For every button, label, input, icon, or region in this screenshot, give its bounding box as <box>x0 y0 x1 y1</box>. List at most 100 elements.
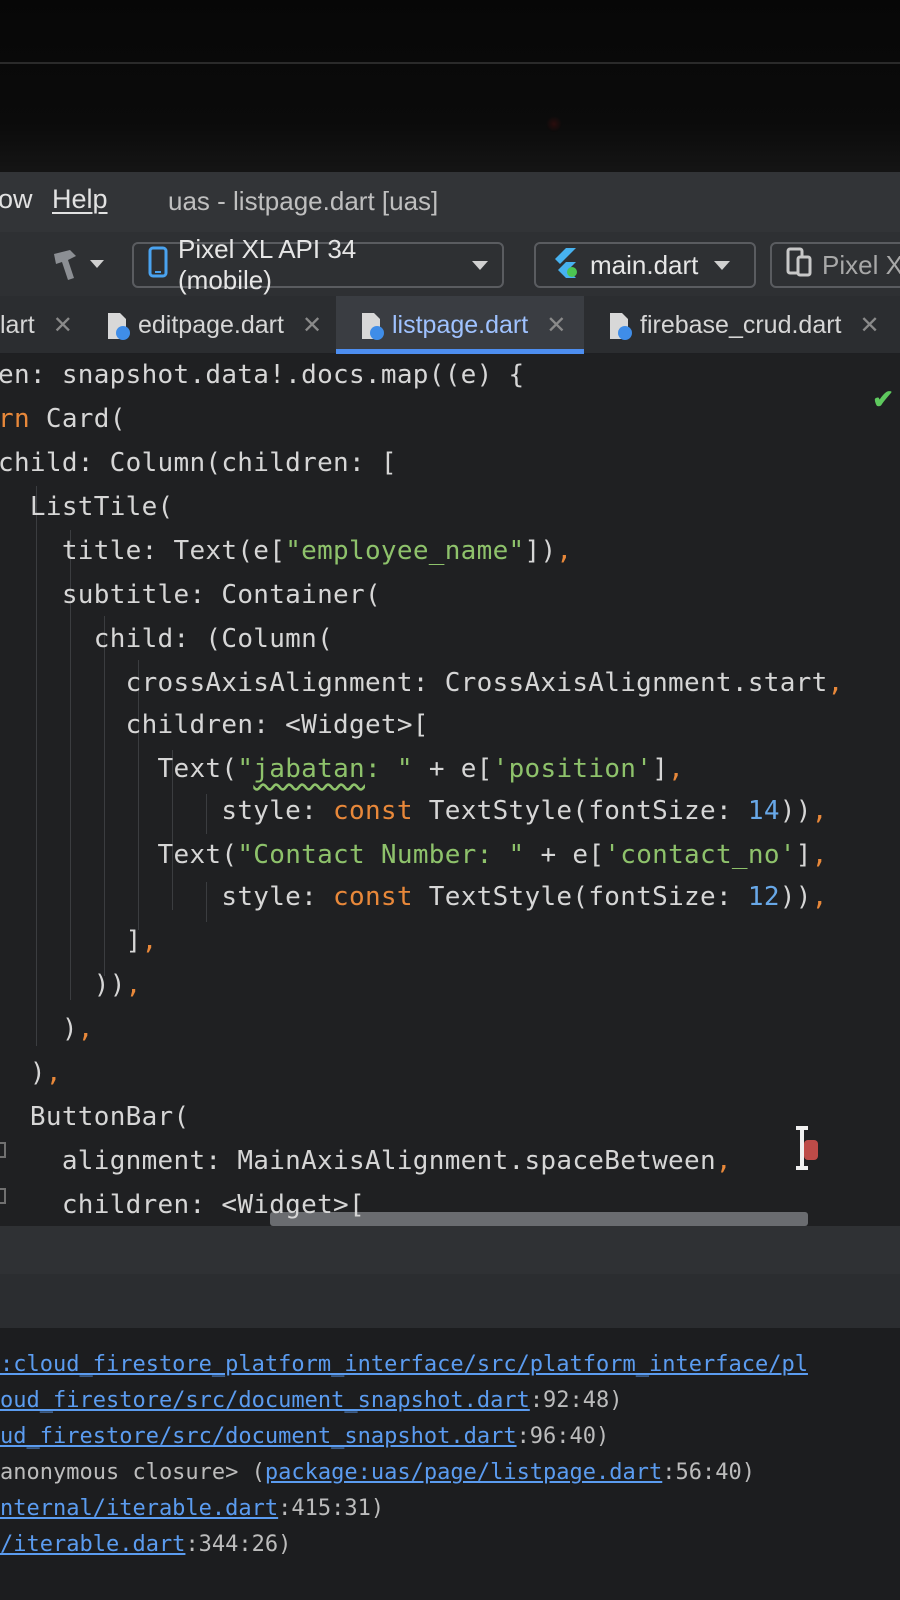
code-line[interactable]: ], <box>0 926 158 970</box>
code-line[interactable]: children: <Widget>[ <box>0 710 429 754</box>
code-line[interactable]: crossAxisAlignment: CrossAxisAlignment.s… <box>0 668 844 712</box>
code-token: const <box>333 882 413 912</box>
code-token: style: <box>221 796 334 826</box>
close-icon[interactable]: ✕ <box>860 311 880 340</box>
device-mirroring-button[interactable]: Pixel X <box>770 242 900 288</box>
code-editor[interactable]: ✔ en: snapshot.data!.docs.map((e) {rn Ca… <box>0 354 900 1226</box>
editor-tab-bar: lart ✕ editpage.dart ✕ listpage.dart ✕ f… <box>0 296 900 354</box>
stack-trace-link[interactable]: nternal/iterable.dart <box>0 1496 278 1521</box>
code-line[interactable]: ), <box>0 1058 62 1102</box>
code-token: TextStyle(fontSize: <box>412 882 748 912</box>
chevron-down-icon <box>714 260 731 270</box>
code-token: , <box>827 668 844 698</box>
code-line[interactable]: ButtonBar( <box>0 1102 189 1146</box>
monitor-bezel <box>0 0 900 175</box>
code-token: , <box>125 970 142 1000</box>
code-line[interactable]: Text("jabatan: " + e['position'], <box>0 754 684 798</box>
code-line[interactable]: child: Column(children: [ <box>0 448 397 492</box>
code-line[interactable]: subtitle: Container( <box>0 580 381 624</box>
code-line[interactable]: ), <box>0 1014 94 1058</box>
code-token: , <box>45 1058 62 1088</box>
code-token: "Contact Number: " <box>237 840 525 870</box>
code-token: , <box>811 840 828 870</box>
run-config-dropdown[interactable]: main.dart <box>534 242 756 288</box>
code-token: ]) <box>524 536 557 566</box>
code-token: , <box>811 796 828 826</box>
code-token: crossAxisAlignment: CrossAxisAlignment.s… <box>125 668 828 698</box>
stack-trace-text: :344:26) <box>185 1532 292 1557</box>
tab-label: editpage.dart <box>138 310 284 339</box>
console-line: :cloud_firestore_platform_interface/src/… <box>0 1352 808 1386</box>
stack-trace-link[interactable]: oud_firestore/src/document_snapshot.dart <box>0 1388 530 1413</box>
code-token: 'position' <box>492 754 653 784</box>
code-token: Text( <box>157 840 238 870</box>
menu-window[interactable]: ow <box>0 184 33 215</box>
code-token: style: <box>221 882 334 912</box>
tab-main-dart[interactable]: lart ✕ <box>0 296 96 354</box>
code-token: , <box>668 754 685 784</box>
tab-listpage[interactable]: listpage.dart ✕ <box>336 296 584 354</box>
stack-trace-link[interactable]: :cloud_firestore_platform_interface/src/… <box>0 1352 808 1377</box>
code-token: TextStyle(fontSize: <box>412 796 748 826</box>
device-selector-dropdown[interactable]: Pixel XL API 34 (mobile) <box>132 234 504 295</box>
code-token: , <box>715 1146 732 1176</box>
code-line[interactable]: style: const TextStyle(fontSize: 12)), <box>0 882 828 926</box>
close-icon[interactable]: ✕ <box>53 311 73 340</box>
code-token: ListTile( <box>29 492 174 522</box>
console-line: nternal/iterable.dart:415:31) <box>0 1496 384 1530</box>
code-token: , <box>141 926 158 956</box>
code-token: )) <box>779 882 812 912</box>
code-line[interactable]: child: (Column( <box>0 624 333 668</box>
panel-divider[interactable] <box>0 1226 900 1274</box>
code-token: children: <Widget>[ <box>61 1190 365 1220</box>
dart-file-icon <box>360 311 384 340</box>
code-token: " <box>237 754 254 784</box>
code-line[interactable]: ListTile( <box>0 492 174 536</box>
code-token: jabatan <box>253 754 365 784</box>
code-line[interactable]: style: const TextStyle(fontSize: 14)), <box>0 796 828 840</box>
code-token: child: (Column( <box>93 624 334 654</box>
tab-label: firebase_crud.dart <box>640 310 842 339</box>
hammer-build-icon[interactable] <box>48 244 108 289</box>
tab-firebase-crud[interactable]: firebase_crud.dart ✕ <box>604 296 900 354</box>
code-token: Text( <box>157 754 238 784</box>
menu-bar: ow Help uas - listpage.dart [uas] <box>0 172 900 232</box>
close-icon[interactable]: ✕ <box>546 311 566 340</box>
menu-help[interactable]: Help <box>52 184 108 215</box>
device-mirror-icon <box>786 247 812 284</box>
code-line[interactable]: alignment: MainAxisAlignment.spaceBetwee… <box>0 1146 732 1190</box>
code-line[interactable]: title: Text(e["employee_name"]), <box>0 536 572 580</box>
inspection-ok-check-icon[interactable]: ✔ <box>872 384 894 415</box>
code-token: , <box>811 882 828 912</box>
code-token: )) <box>779 796 812 826</box>
code-token: rn <box>0 404 30 434</box>
code-token: , <box>77 1014 94 1044</box>
code-token: 'contact_no' <box>604 840 796 870</box>
code-line[interactable]: en: snapshot.data!.docs.map((e) { <box>0 360 524 404</box>
stack-trace-text: :92:48) <box>529 1388 623 1413</box>
code-line[interactable]: children: <Widget>[ <box>0 1190 365 1226</box>
code-token: ] <box>652 754 669 784</box>
code-token: child: Column(children: [ <box>0 448 397 478</box>
text-cursor-icon <box>794 1124 824 1177</box>
ide-window: ow Help uas - listpage.dart [uas] Pixel … <box>0 172 900 1600</box>
code-token: Card( <box>29 404 126 434</box>
device-mirror-label: Pixel X <box>822 249 900 280</box>
code-line[interactable]: )), <box>0 970 142 1014</box>
run-config-label: main.dart <box>590 249 699 280</box>
stack-trace-link[interactable]: ud_firestore/src/document_snapshot.dart <box>0 1424 517 1449</box>
toolbar: Pixel XL API 34 (mobile) main.dart Pixel… <box>0 232 900 296</box>
code-token: ) <box>29 1058 46 1088</box>
tab-editpage[interactable]: editpage.dart ✕ <box>102 296 332 354</box>
code-line[interactable]: rn Card( <box>0 404 126 448</box>
code-line[interactable]: Text("Contact Number: " + e['contact_no'… <box>0 840 828 884</box>
code-token: ] <box>795 840 812 870</box>
close-icon[interactable]: ✕ <box>302 311 322 340</box>
run-console-output[interactable]: :cloud_firestore_platform_interface/src/… <box>0 1330 900 1600</box>
device-selector-label: Pixel XL API 34 (mobile) <box>178 234 357 295</box>
dart-file-icon <box>608 311 632 340</box>
stack-trace-text: :415:31) <box>278 1496 385 1521</box>
stack-trace-link[interactable]: package:uas/page/listpage.dart <box>265 1460 662 1485</box>
stack-trace-link[interactable]: /iterable.dart <box>0 1532 185 1557</box>
stack-trace-text: :96:40) <box>516 1424 610 1449</box>
